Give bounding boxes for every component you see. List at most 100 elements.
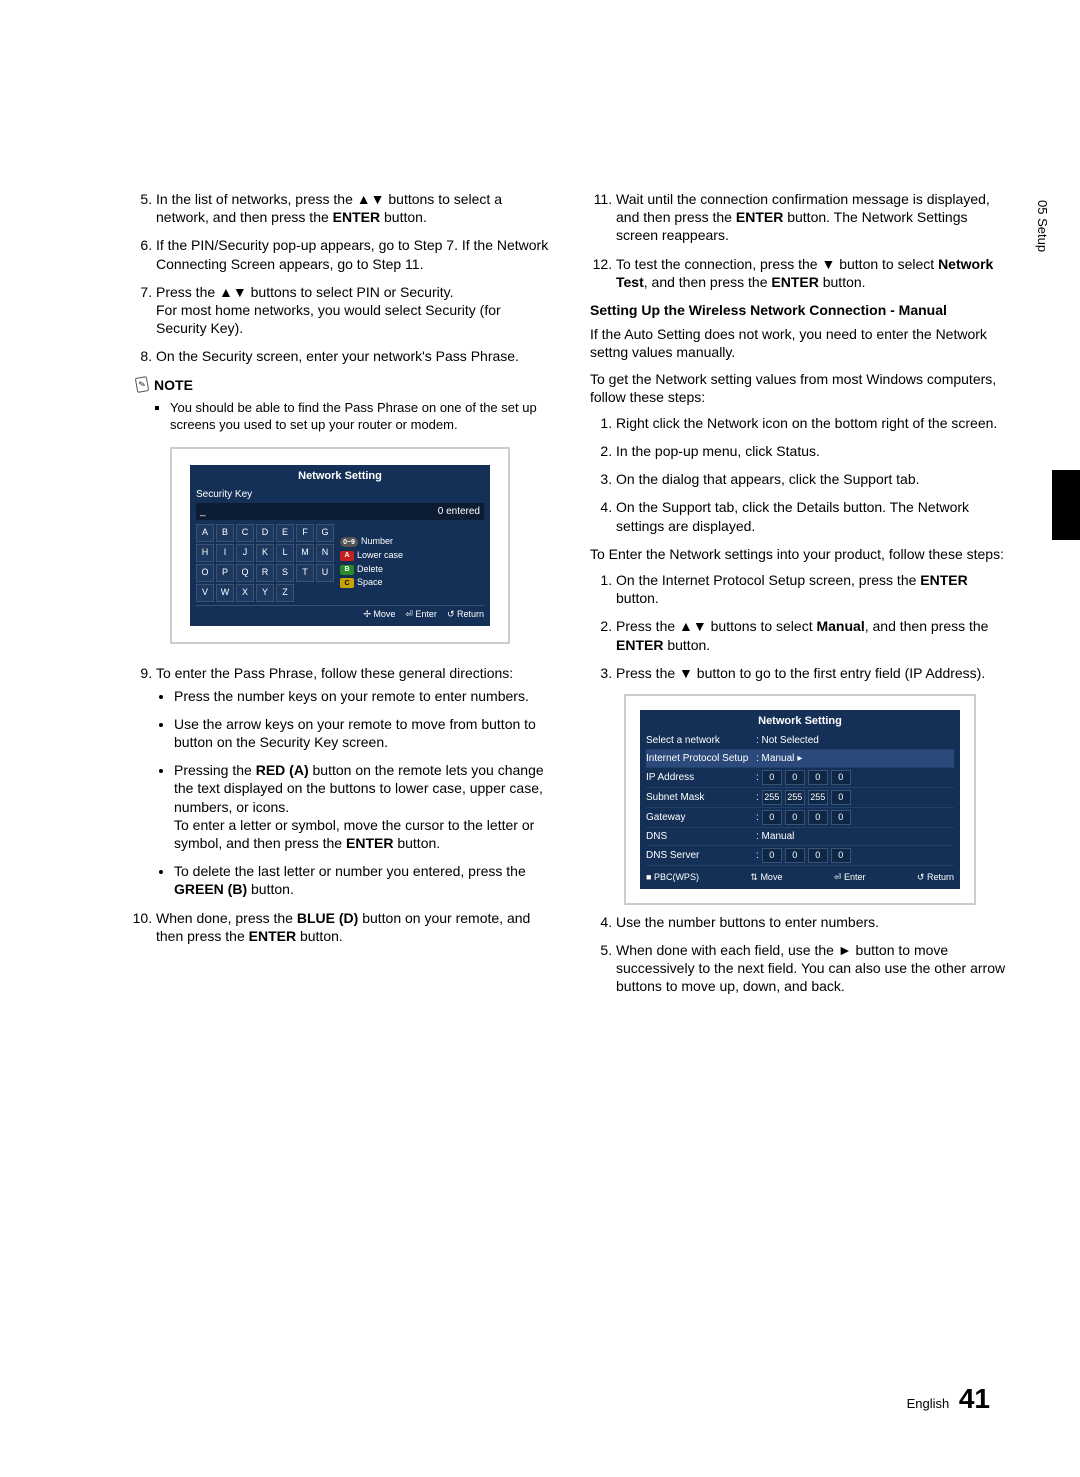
key[interactable]: G bbox=[316, 524, 334, 542]
step-5: In the list of networks, press the ▲▼ bu… bbox=[156, 190, 550, 226]
text: Press the bbox=[616, 618, 679, 634]
key[interactable]: I bbox=[216, 544, 234, 562]
enter-step-5: When done with each field, use the ► but… bbox=[616, 941, 1010, 996]
step-10: When done, press the BLUE (D) button on … bbox=[156, 909, 550, 945]
text: On the Internet Protocol Setup screen, p… bbox=[616, 572, 920, 588]
footer-pbc: PBC(WPS) bbox=[654, 872, 699, 882]
key[interactable]: B bbox=[216, 524, 234, 542]
text: Pressing the bbox=[174, 762, 256, 778]
text: buttons to select bbox=[707, 618, 817, 634]
manual-label: Manual bbox=[816, 618, 864, 634]
key[interactable]: T bbox=[296, 564, 314, 582]
legend-number: Number bbox=[361, 536, 393, 548]
key[interactable]: D bbox=[256, 524, 274, 542]
legend-delete: Delete bbox=[357, 564, 383, 576]
key[interactable]: J bbox=[236, 544, 254, 562]
text: button. bbox=[663, 637, 710, 653]
text: button. bbox=[393, 835, 440, 851]
enter-icon: ⏎ bbox=[405, 609, 415, 619]
text: For most home networks, you would select… bbox=[156, 302, 501, 336]
key[interactable]: Y bbox=[256, 584, 274, 602]
text: , and then press the bbox=[865, 618, 989, 634]
key[interactable]: V bbox=[196, 584, 214, 602]
enter-step-1: On the Internet Protocol Setup screen, p… bbox=[616, 571, 1010, 607]
key[interactable]: W bbox=[216, 584, 234, 602]
number-badge-icon: 0~9 bbox=[340, 537, 358, 547]
row-label: DNS bbox=[646, 830, 756, 843]
text: Press the bbox=[616, 665, 679, 681]
bullet-1: Press the number keys on your remote to … bbox=[174, 687, 550, 705]
note-icon: ✎ bbox=[135, 376, 149, 393]
key[interactable]: K bbox=[256, 544, 274, 562]
row-label: DNS Server bbox=[646, 849, 756, 862]
key[interactable]: P bbox=[216, 564, 234, 582]
text: button. bbox=[380, 209, 427, 225]
key[interactable]: O bbox=[196, 564, 214, 582]
row-value[interactable]: : 0000 bbox=[756, 810, 851, 825]
key[interactable]: M bbox=[296, 544, 314, 562]
row-value: : Not Selected bbox=[756, 734, 819, 747]
footer-enter: Enter bbox=[844, 872, 866, 882]
enter-label: ENTER bbox=[736, 209, 783, 225]
text: button. bbox=[616, 590, 659, 606]
text: button. bbox=[247, 881, 294, 897]
note-label: NOTE bbox=[154, 376, 193, 394]
row-value[interactable]: : 2552552550 bbox=[756, 790, 851, 805]
row-value: : Manual bbox=[756, 830, 794, 843]
thumb-tab bbox=[1052, 470, 1080, 540]
row-value[interactable]: : 0000 bbox=[756, 770, 851, 785]
legend-lower: Lower case bbox=[357, 550, 403, 562]
note-list: You should be able to find the Pass Phra… bbox=[150, 400, 550, 434]
key[interactable]: X bbox=[236, 584, 254, 602]
footer-return: Return bbox=[457, 609, 484, 619]
enter-step-3: Press the ▼ button to go to the first en… bbox=[616, 664, 1010, 682]
get-values-step-2: In the pop-up menu, click Status. bbox=[616, 442, 1010, 460]
step-6: If the PIN/Security pop-up appears, go t… bbox=[156, 236, 550, 272]
footer-move: Move bbox=[760, 872, 782, 882]
enter-label: ENTER bbox=[333, 209, 380, 225]
key[interactable]: C bbox=[236, 524, 254, 542]
bullet-3: Pressing the RED (A) button on the remot… bbox=[174, 761, 550, 852]
key[interactable]: H bbox=[196, 544, 214, 562]
square-icon: ■ bbox=[646, 872, 654, 882]
text: buttons to select PIN or Security. bbox=[247, 284, 454, 300]
section-tab: 05 Setup bbox=[1033, 200, 1050, 252]
key[interactable]: F bbox=[296, 524, 314, 542]
key[interactable]: A bbox=[196, 524, 214, 542]
row-value[interactable]: : 0000 bbox=[756, 848, 851, 863]
keyboard-legend: 0~9Number ALower case BDelete CSpace bbox=[340, 524, 403, 602]
key[interactable]: S bbox=[276, 564, 294, 582]
page-number: English 41 bbox=[907, 1381, 990, 1417]
key[interactable]: U bbox=[316, 564, 334, 582]
return-icon: ↺ bbox=[917, 872, 927, 882]
key[interactable]: N bbox=[316, 544, 334, 562]
enter-label: ENTER bbox=[616, 637, 663, 653]
updown-icon: ⇅ bbox=[750, 872, 760, 882]
footer-return: Return bbox=[927, 872, 954, 882]
figure-network-setting: Network Setting Select a network: Not Se… bbox=[624, 694, 976, 905]
row-label: Gateway bbox=[646, 811, 756, 824]
paragraph: If the Auto Setting does not work, you n… bbox=[590, 325, 1010, 361]
text: In the list of networks, press the bbox=[156, 191, 357, 207]
osd-title: Network Setting bbox=[646, 714, 954, 728]
move-icon: ✢ bbox=[363, 609, 373, 619]
key[interactable]: R bbox=[256, 564, 274, 582]
note-item: You should be able to find the Pass Phra… bbox=[170, 400, 550, 434]
red-a-label: RED (A) bbox=[256, 762, 309, 778]
row-value[interactable]: : Manual▸ bbox=[756, 752, 802, 765]
key[interactable]: L bbox=[276, 544, 294, 562]
text: button to select bbox=[835, 256, 938, 272]
enter-step-2: Press the ▲▼ buttons to select Manual, a… bbox=[616, 617, 1010, 653]
red-a-badge-icon: A bbox=[340, 551, 354, 561]
text: button. bbox=[296, 928, 343, 944]
page-language-label: English bbox=[907, 1396, 950, 1411]
right-arrow-icon: ▸ bbox=[797, 752, 802, 765]
key[interactable]: Q bbox=[236, 564, 254, 582]
right-column: Wait until the connection confirmation m… bbox=[590, 190, 1010, 1006]
right-arrow-icon: ► bbox=[838, 942, 852, 958]
key[interactable]: E bbox=[276, 524, 294, 542]
key[interactable]: Z bbox=[276, 584, 294, 602]
text: When done, press the bbox=[156, 910, 297, 926]
footer-enter: Enter bbox=[415, 609, 437, 619]
get-values-step-3: On the dialog that appears, click the Su… bbox=[616, 470, 1010, 488]
